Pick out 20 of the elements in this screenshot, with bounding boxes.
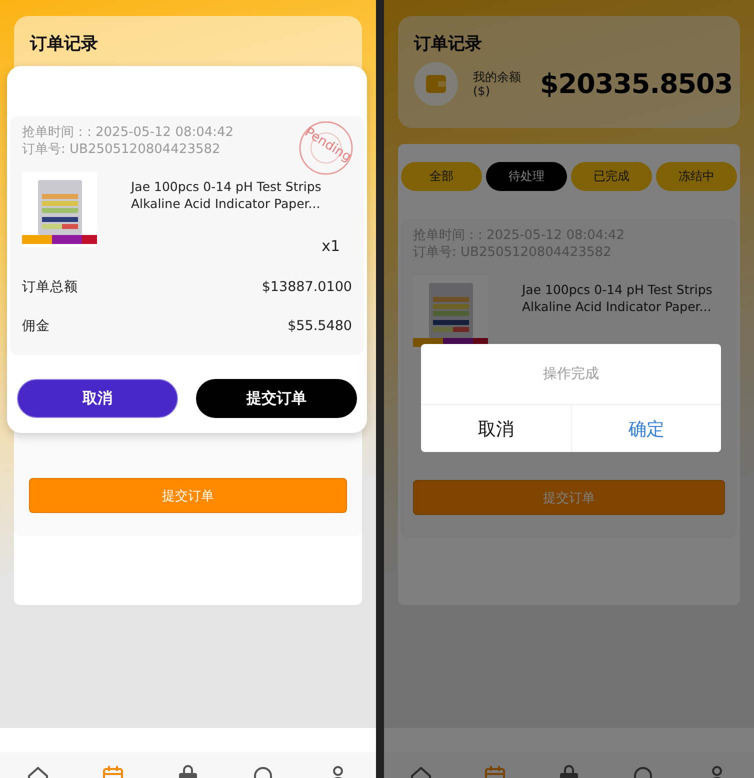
page-title: 订单记录 xyxy=(414,34,483,54)
balance-label: 我的余额 ($) xyxy=(473,70,522,98)
submit-button[interactable]: 提交订单 xyxy=(29,478,347,513)
quantity: x1 xyxy=(322,237,340,255)
filter-tab[interactable]: 待处理 xyxy=(486,162,567,191)
product-title: Jae 100pcs 0-14 pH Test Strips Alkaline Acid Indicator Paper... xyxy=(522,281,714,315)
row-value: $13887.0100 xyxy=(262,278,352,294)
wallet-icon xyxy=(426,75,446,93)
filter-tab[interactable]: 全部 xyxy=(401,162,482,191)
filter-tab[interactable]: 冻结中 xyxy=(656,162,737,191)
row-value: $55.5480 xyxy=(288,318,352,334)
row-label: 订单总额 xyxy=(22,278,78,296)
submit-button[interactable]: 提交订单 xyxy=(196,379,357,418)
product-title: Jae 100pcs 0-14 pH Test Strips Alkaline Acid Indicator Paper... xyxy=(131,178,322,212)
cancel-button[interactable]: 取消 xyxy=(17,379,178,418)
confirm-button[interactable]: 确定 xyxy=(570,405,721,452)
row-label: 佣金 xyxy=(22,316,50,334)
filter-tab[interactable]: 已完成 xyxy=(571,162,652,191)
balance-amount: $20335.8503 xyxy=(540,68,733,100)
page-title: 订单记录 xyxy=(30,34,99,54)
